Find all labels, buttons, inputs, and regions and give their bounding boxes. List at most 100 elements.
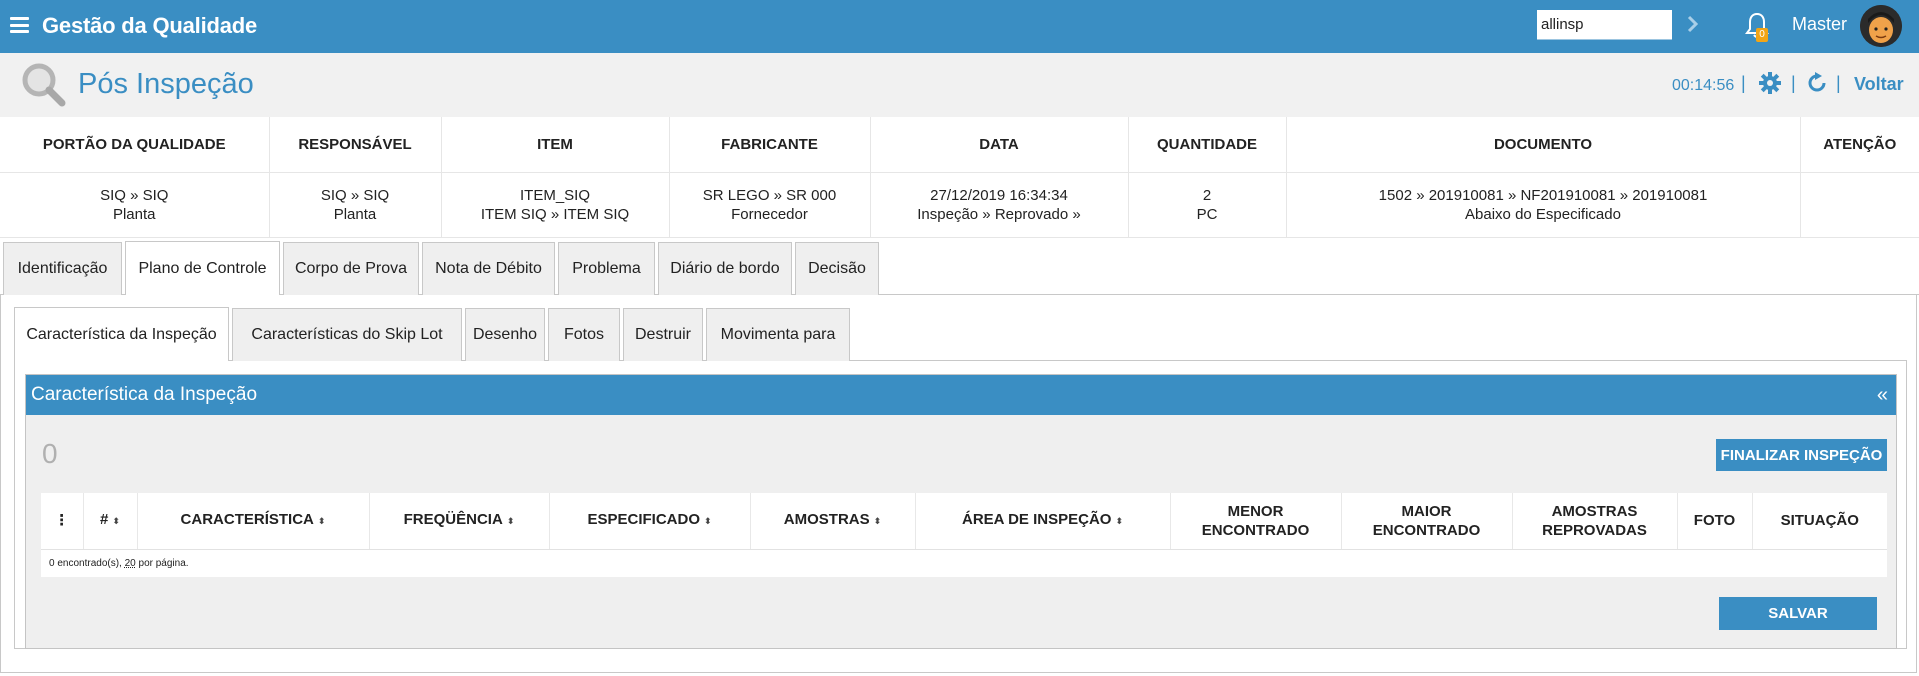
column-specified[interactable]: ESPECIFICADO ⬍ <box>549 493 751 550</box>
hamburger-menu-icon[interactable] <box>10 17 29 33</box>
column-inspection-area[interactable]: ÁREA DE INSPEÇÃO ⬍ <box>915 493 1171 550</box>
card-header: Característica da Inspeção « <box>26 375 1896 415</box>
header-item: ITEM <box>441 117 670 173</box>
cell-quality-gate: SIQ » SIQ Planta <box>0 172 270 238</box>
app-title: Gestão da Qualidade <box>42 13 258 38</box>
summary-row: SIQ » SIQ Planta SIQ » SIQ Planta ITEM_SIQ… <box>0 172 1919 238</box>
column-frequency[interactable]: FREQÜÊNCIA ⬍ <box>369 493 550 550</box>
column-max-found: MAIOR ENCONTRADO <box>1341 493 1513 550</box>
column-label: AMOSTRAS <box>783 511 870 529</box>
column-label: MAIOR <box>1401 502 1452 520</box>
cell-item: ITEM_SIQ ITEM SIQ » ITEM SIQ <box>441 172 670 238</box>
column-menu-icon[interactable]: ⋮ <box>41 493 84 550</box>
header-document: DOCUMENTO <box>1286 117 1801 173</box>
summary-header-row: PORTÃO DA QUALIDADE RESPONSÁVEL ITEM FAB… <box>0 117 1919 173</box>
subtab-destruir[interactable]: Destruir <box>623 308 703 361</box>
save-button[interactable]: SALVAR <box>1719 597 1877 630</box>
header-manufacturer: FABRICANTE <box>669 117 871 173</box>
top-navbar: Gestão da Qualidade 0 Master <box>0 0 1919 53</box>
sort-icon: ⬍ <box>873 516 882 527</box>
column-rejected-samples: AMOSTRAS REPROVADAS <box>1512 493 1678 550</box>
grid-footer-row: 0 encontrado(s), 20 por página. <box>41 549 1887 577</box>
subtab-desenho[interactable]: Desenho <box>465 308 545 361</box>
cell-line: SIQ » SIQ <box>320 186 390 204</box>
column-number[interactable]: # ⬍ <box>83 493 138 550</box>
search-input[interactable] <box>1537 10 1672 40</box>
separator: | <box>1836 73 1841 93</box>
column-photo: FOTO <box>1677 493 1753 550</box>
column-label: MENOR <box>1227 502 1284 520</box>
column-label: ENCONTRADO <box>1201 521 1310 539</box>
card-title: Característica da Inspeção <box>31 384 258 405</box>
cell-line: 2 <box>1202 186 1212 204</box>
cell-document: 1502 » 201910081 » NF201910081 » 2019100… <box>1286 172 1801 238</box>
cell-responsible: SIQ » SIQ Planta <box>269 172 442 238</box>
tab-nota-de-debito[interactable]: Nota de Débito <box>422 242 555 295</box>
column-label: ENCONTRADO <box>1372 521 1481 539</box>
user-name[interactable]: Master <box>1792 14 1847 35</box>
pagination-info: 0 encontrado(s), 20 por página. <box>41 549 1887 577</box>
cell-manufacturer: SR LEGO » SR 000 Fornecedor <box>669 172 871 238</box>
cell-line: 1502 » 201910081 » NF201910081 » 2019100… <box>1378 186 1708 204</box>
record-counter: 0 <box>42 438 58 469</box>
column-label: AMOSTRAS <box>1551 502 1638 520</box>
header-responsible: RESPONSÁVEL <box>269 117 442 173</box>
tab-diario-de-bordo[interactable]: Diário de bordo <box>658 242 792 295</box>
header-quality-gate: PORTÃO DA QUALIDADE <box>0 117 270 173</box>
tab-problema[interactable]: Problema <box>558 242 655 295</box>
sort-icon: ⬍ <box>112 516 120 527</box>
page-header: Pós Inspeção 00:14:56 | | | Voltar <box>0 53 1919 117</box>
inspection-summary-table: PORTÃO DA QUALIDADE RESPONSÁVEL ITEM FAB… <box>0 117 1919 238</box>
collapse-icon[interactable]: « <box>1877 375 1888 415</box>
subtab-movimenta-para[interactable]: Movimenta para <box>706 308 850 361</box>
tab-decisao[interactable]: Decisão <box>795 242 879 295</box>
column-min-found: MENOR ENCONTRADO <box>1170 493 1342 550</box>
cell-line: SR LEGO » SR 000 <box>702 186 837 204</box>
tab-plano-de-controle[interactable]: Plano de Controle <box>125 241 280 295</box>
subtab-fotos[interactable]: Fotos <box>548 308 620 361</box>
characteristics-grid: ⋮ # ⬍ CARACTERÍSTICA ⬍ FREQÜÊNCIA ⬍ ESPECIF… <box>41 493 1887 577</box>
column-label: REPROVADAS <box>1542 521 1647 539</box>
gear-icon[interactable] <box>1759 72 1781 94</box>
finalize-inspection-button[interactable]: FINALIZAR INSPEÇÃO <box>1716 439 1887 471</box>
cell-line: PC <box>1196 205 1218 223</box>
column-characteristic[interactable]: CARACTERÍSTICA ⬍ <box>137 493 370 550</box>
per-page-selector[interactable]: 20 <box>125 558 136 569</box>
back-link[interactable]: Voltar <box>1854 74 1904 95</box>
inspection-characteristics-card: Característica da Inspeção « 0 FINALIZAR… <box>25 374 1897 649</box>
cell-quantity: 2 PC <box>1128 172 1287 238</box>
cell-line: ITEM_SIQ <box>519 186 590 204</box>
column-samples[interactable]: AMOSTRAS ⬍ <box>750 493 916 550</box>
tab-identificacao[interactable]: Identificação <box>3 242 122 295</box>
header-quantity: QUANTIDADE <box>1128 117 1287 173</box>
subtab-caracteristica-da-inspecao[interactable]: Característica da Inspeção <box>14 307 229 361</box>
cell-line: Inspeção » Reprovado » <box>917 205 1081 223</box>
cell-line: Planta <box>112 205 156 223</box>
column-label: # <box>100 511 109 529</box>
column-label: FREQÜÊNCIA <box>403 511 503 529</box>
column-label: CARACTERÍSTICA <box>180 511 314 529</box>
cell-line: Fornecedor <box>731 205 808 223</box>
avatar[interactable] <box>1860 5 1902 47</box>
magnifier-icon <box>22 63 66 107</box>
records-found-text: 0 encontrado(s), <box>49 557 125 569</box>
cell-attention <box>1800 172 1919 238</box>
chevron-right-icon[interactable] <box>1686 13 1700 35</box>
session-timer: 00:14:56 <box>1672 77 1735 94</box>
sort-icon: ⬍ <box>703 516 712 527</box>
grid-header-row: ⋮ # ⬍ CARACTERÍSTICA ⬍ FREQÜÊNCIA ⬍ ESPECIF… <box>41 493 1887 550</box>
cell-line: Abaixo do Especificado <box>1465 205 1621 223</box>
column-label: ÁREA DE INSPEÇÃO <box>961 511 1112 529</box>
page-title: Pós Inspeção <box>78 68 254 100</box>
cell-line: ITEM SIQ » ITEM SIQ <box>480 205 630 223</box>
per-page-text: por página. <box>135 557 189 569</box>
sort-icon: ⬍ <box>506 516 515 527</box>
separator: | <box>1741 73 1746 93</box>
header-attention: ATENÇÃO <box>1800 117 1919 173</box>
cell-date: 27/12/2019 16:34:34 Inspeção » Reprovado … <box>870 172 1129 238</box>
refresh-icon[interactable] <box>1806 72 1828 94</box>
subtab-caracteristicas-skip-lot[interactable]: Características do Skip Lot <box>232 308 462 361</box>
tab-corpo-de-prova[interactable]: Corpo de Prova <box>283 242 419 295</box>
column-status: SITUAÇÃO <box>1752 493 1887 550</box>
user-avatar-icon <box>1860 5 1902 47</box>
